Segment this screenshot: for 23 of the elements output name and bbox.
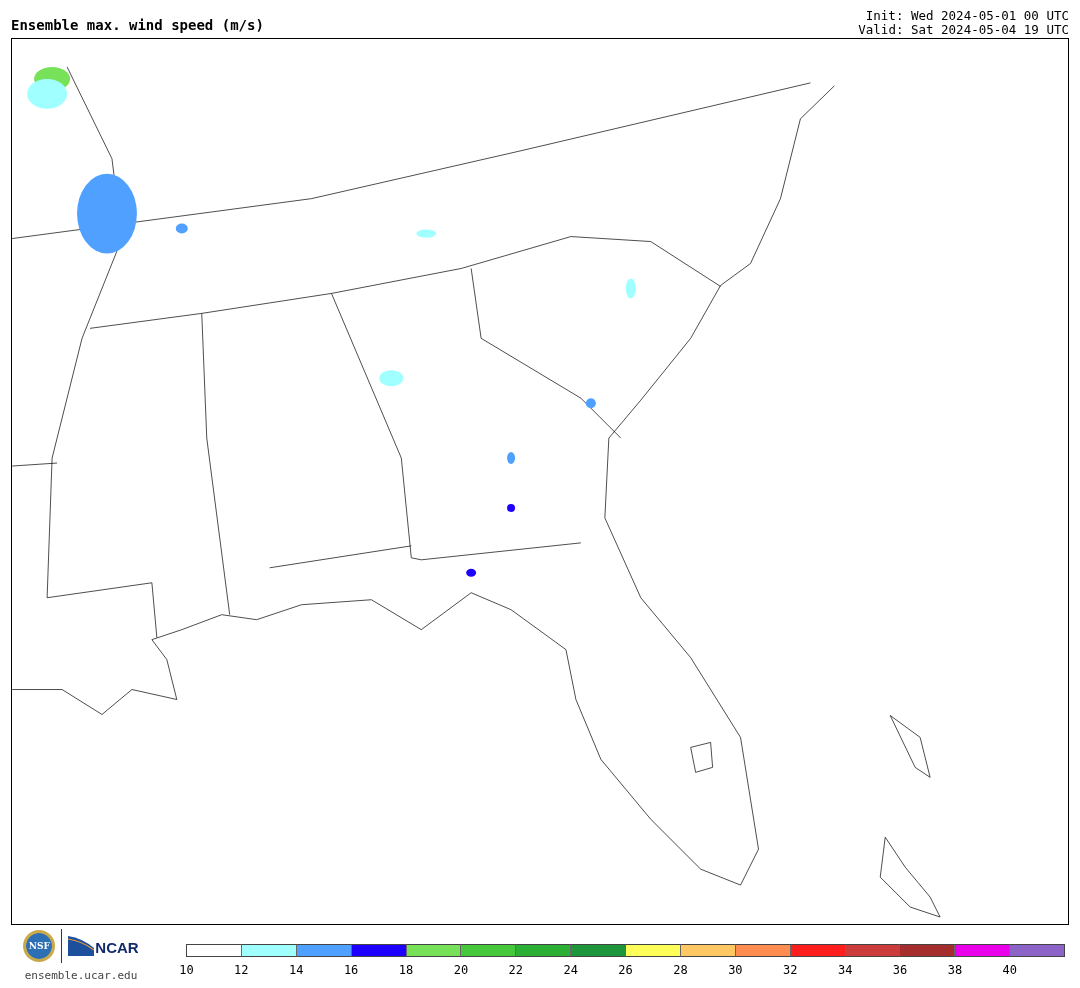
map-title: Ensemble max. wind speed (m/s)	[11, 17, 264, 35]
tick-label: 22	[507, 962, 524, 977]
init-time: Init: Wed 2024-05-01 00 UTC	[865, 9, 1069, 23]
tick-label: 10	[178, 962, 195, 977]
tick-label: 20	[452, 962, 470, 977]
website-url: ensemble.ucar.edu	[24, 969, 138, 982]
tick-label: 24	[562, 962, 579, 977]
swoosh-icon	[68, 936, 95, 956]
tick-label: 18	[397, 962, 415, 977]
tick-label: 14	[288, 962, 305, 977]
tick-label: 28	[672, 962, 689, 977]
tick-label: 40	[1001, 962, 1019, 977]
valid-time: Valid: Sat 2024-05-04 19 UTC	[858, 23, 1069, 37]
tick-label: 26	[617, 962, 634, 977]
tick-label: 16	[342, 962, 360, 977]
tick-label: 36	[891, 962, 909, 977]
tick-label: 32	[782, 962, 799, 977]
tick-label: 30	[727, 962, 744, 977]
tick-label: 12	[233, 962, 250, 977]
seal-logo: NSF	[23, 930, 56, 962]
tick-label: 38	[946, 962, 964, 977]
tick-label: 34	[836, 962, 854, 977]
logo-text: NCAR	[95, 939, 139, 956]
